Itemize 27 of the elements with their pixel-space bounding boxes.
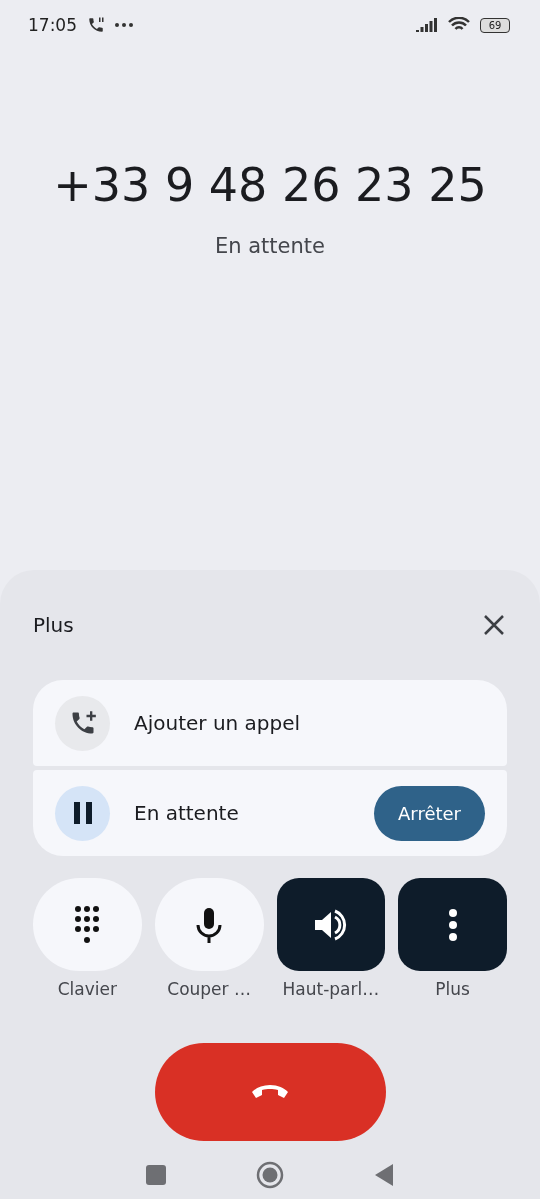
status-time: 17:05 xyxy=(28,15,77,35)
sheet-title: Plus xyxy=(33,613,74,637)
dialpad-icon xyxy=(75,905,100,944)
more-icon xyxy=(447,907,458,942)
phone-number: +33 9 48 26 23 25 xyxy=(53,158,487,212)
option-row[interactable]: En attente Arrêter xyxy=(33,770,507,856)
call-icon xyxy=(87,16,105,34)
option-label: En attente xyxy=(134,801,240,825)
hang-up-icon xyxy=(249,1083,291,1101)
control-label: Couper … xyxy=(167,979,251,999)
battery-level: 69 xyxy=(480,17,510,33)
wifi-icon xyxy=(448,17,470,33)
signal-icon xyxy=(416,18,438,32)
more-notifications-icon xyxy=(115,23,133,27)
back-icon[interactable] xyxy=(374,1163,394,1187)
option-row[interactable]: Ajouter un appel xyxy=(33,680,507,766)
call-control-button[interactable] xyxy=(276,878,386,971)
control-label: Clavier xyxy=(57,979,117,999)
control-label: Haut-parl… xyxy=(282,979,380,999)
stop-button[interactable]: Arrêter xyxy=(374,785,485,841)
control-label: Plus xyxy=(435,979,470,999)
call-status: En attente xyxy=(215,234,325,258)
pause-icon xyxy=(72,802,93,824)
option-label: Ajouter un appel xyxy=(134,711,302,735)
home-icon[interactable] xyxy=(256,1161,284,1189)
microphone-icon xyxy=(195,906,224,943)
call-control-button[interactable] xyxy=(398,878,507,971)
